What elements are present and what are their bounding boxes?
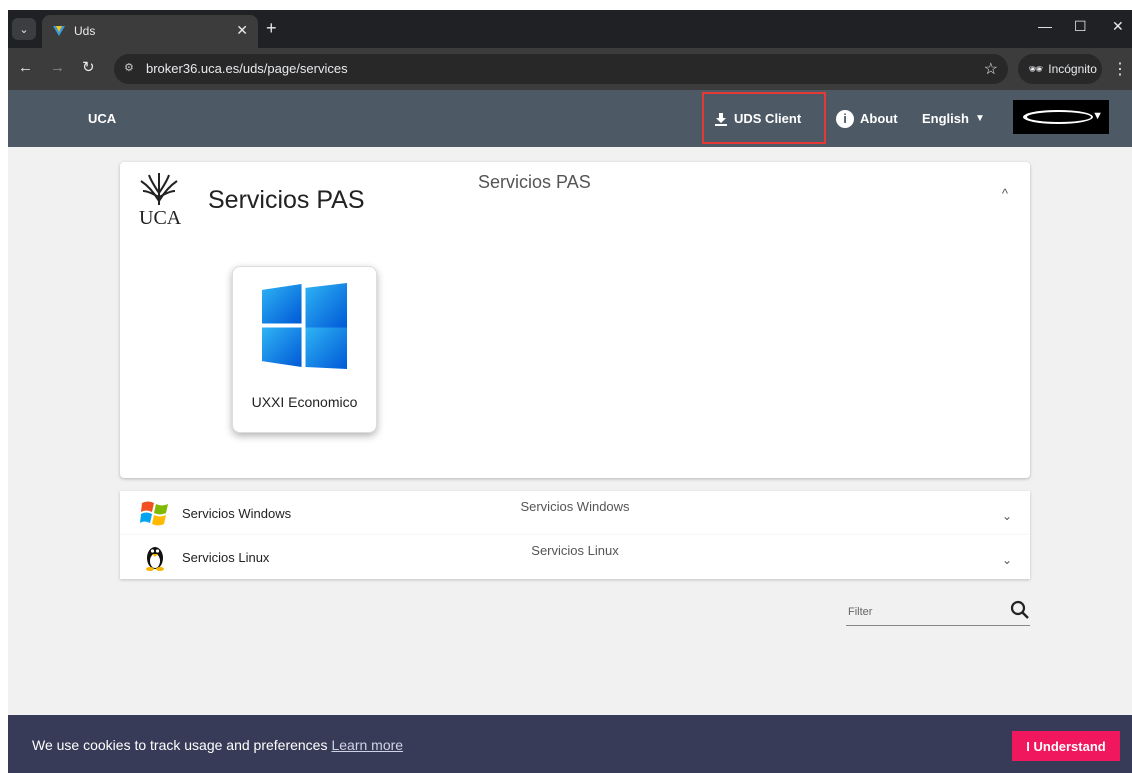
group-center-title: Servicios PAS [478,172,591,192]
incognito-badge[interactable]: 🕶 Incógnito [1018,54,1102,84]
minimize-icon[interactable]: — [1038,18,1052,34]
app-header: UCA UDS Client i About English ▼ ▼ [8,90,1132,147]
about-button[interactable]: i About [836,90,898,147]
accordion-center-title: Servicios Linux [531,543,619,558]
cookie-message: We use cookies to track usage and prefer… [32,737,403,753]
bookmark-star-icon[interactable]: ☆ [984,59,998,79]
browser-tab[interactable]: Uds ✕ [42,15,258,48]
incognito-label: Incógnito [1048,62,1097,76]
accordion-servicios-windows[interactable]: Servicios Windows Servicios Windows ⌄ [120,491,1030,535]
collapse-chevron-icon[interactable]: ^ [1002,186,1008,201]
tab-strip: ⌄ Uds ✕ + — ☐ ✕ [8,10,1132,48]
tab-title: Uds [74,24,96,38]
windows-11-icon [262,282,348,369]
tab-search-button[interactable]: ⌄ [12,18,36,40]
user-caret-icon: ▼ [1092,110,1103,122]
uds-favicon-icon [53,26,65,36]
highlight-box [702,92,826,144]
close-window-icon[interactable]: ✕ [1112,18,1124,35]
cookie-text: We use cookies to track usage and prefer… [32,737,328,753]
uca-emblem-icon [140,173,178,206]
reload-icon[interactable]: ↻ [82,59,95,77]
maximize-icon[interactable]: ☐ [1074,18,1087,35]
language-dropdown[interactable]: English ▼ [922,90,985,147]
info-icon: i [836,109,854,128]
cookie-banner: We use cookies to track usage and prefer… [8,715,1132,773]
forward-icon[interactable]: → [50,59,65,77]
filter-placeholder: Filter [848,606,873,618]
expand-chevron-icon[interactable]: ⌄ [1002,553,1012,567]
uca-logo-text: UCA [139,207,182,229]
expand-chevron-icon[interactable]: ⌄ [1002,509,1012,523]
i-understand-button[interactable]: I Understand [1012,731,1120,761]
group-panel: UCA Servicios PAS Servicios PAS ^ UXXI E… [120,162,1030,478]
browser-menu-icon[interactable]: ⋮ [1112,59,1128,79]
new-tab-button[interactable]: + [266,18,277,38]
caret-down-icon: ▼ [974,113,985,124]
back-icon[interactable]: ← [18,59,33,77]
user-menu[interactable]: ▼ [1013,100,1109,134]
service-card-uxxi[interactable]: UXXI Economico [232,266,377,433]
learn-more-link[interactable]: Learn more [331,737,403,753]
language-label: English [922,111,969,126]
brand-link[interactable]: UCA [88,111,116,126]
address-bar[interactable]: ⚙ broker36.uca.es/uds/page/services ☆ [114,54,1008,84]
uca-logo: UCA [139,171,189,237]
url-text: broker36.uca.es/uds/page/services [146,61,348,76]
browser-window: ⌄ Uds ✕ + — ☐ ✕ ← → ↻ ⚙ broker36.uca.es/… [8,10,1132,773]
search-icon[interactable] [1010,600,1030,620]
about-label: About [860,111,898,126]
accordion-center-title: Servicios Windows [520,499,630,514]
accordion-servicios-linux[interactable]: Servicios Linux Servicios Linux ⌄ [120,535,1030,579]
incognito-icon: 🕶 [1028,62,1044,76]
tab-close-icon[interactable]: ✕ [236,22,248,39]
service-name: UXXI Economico [251,394,358,410]
browser-toolbar: ← → ↻ ⚙ broker36.uca.es/uds/page/service… [8,48,1132,90]
site-info-icon[interactable]: ⚙ [124,61,134,74]
group-title: Servicios PAS [208,186,365,214]
filter-input[interactable]: Filter [846,598,1030,626]
